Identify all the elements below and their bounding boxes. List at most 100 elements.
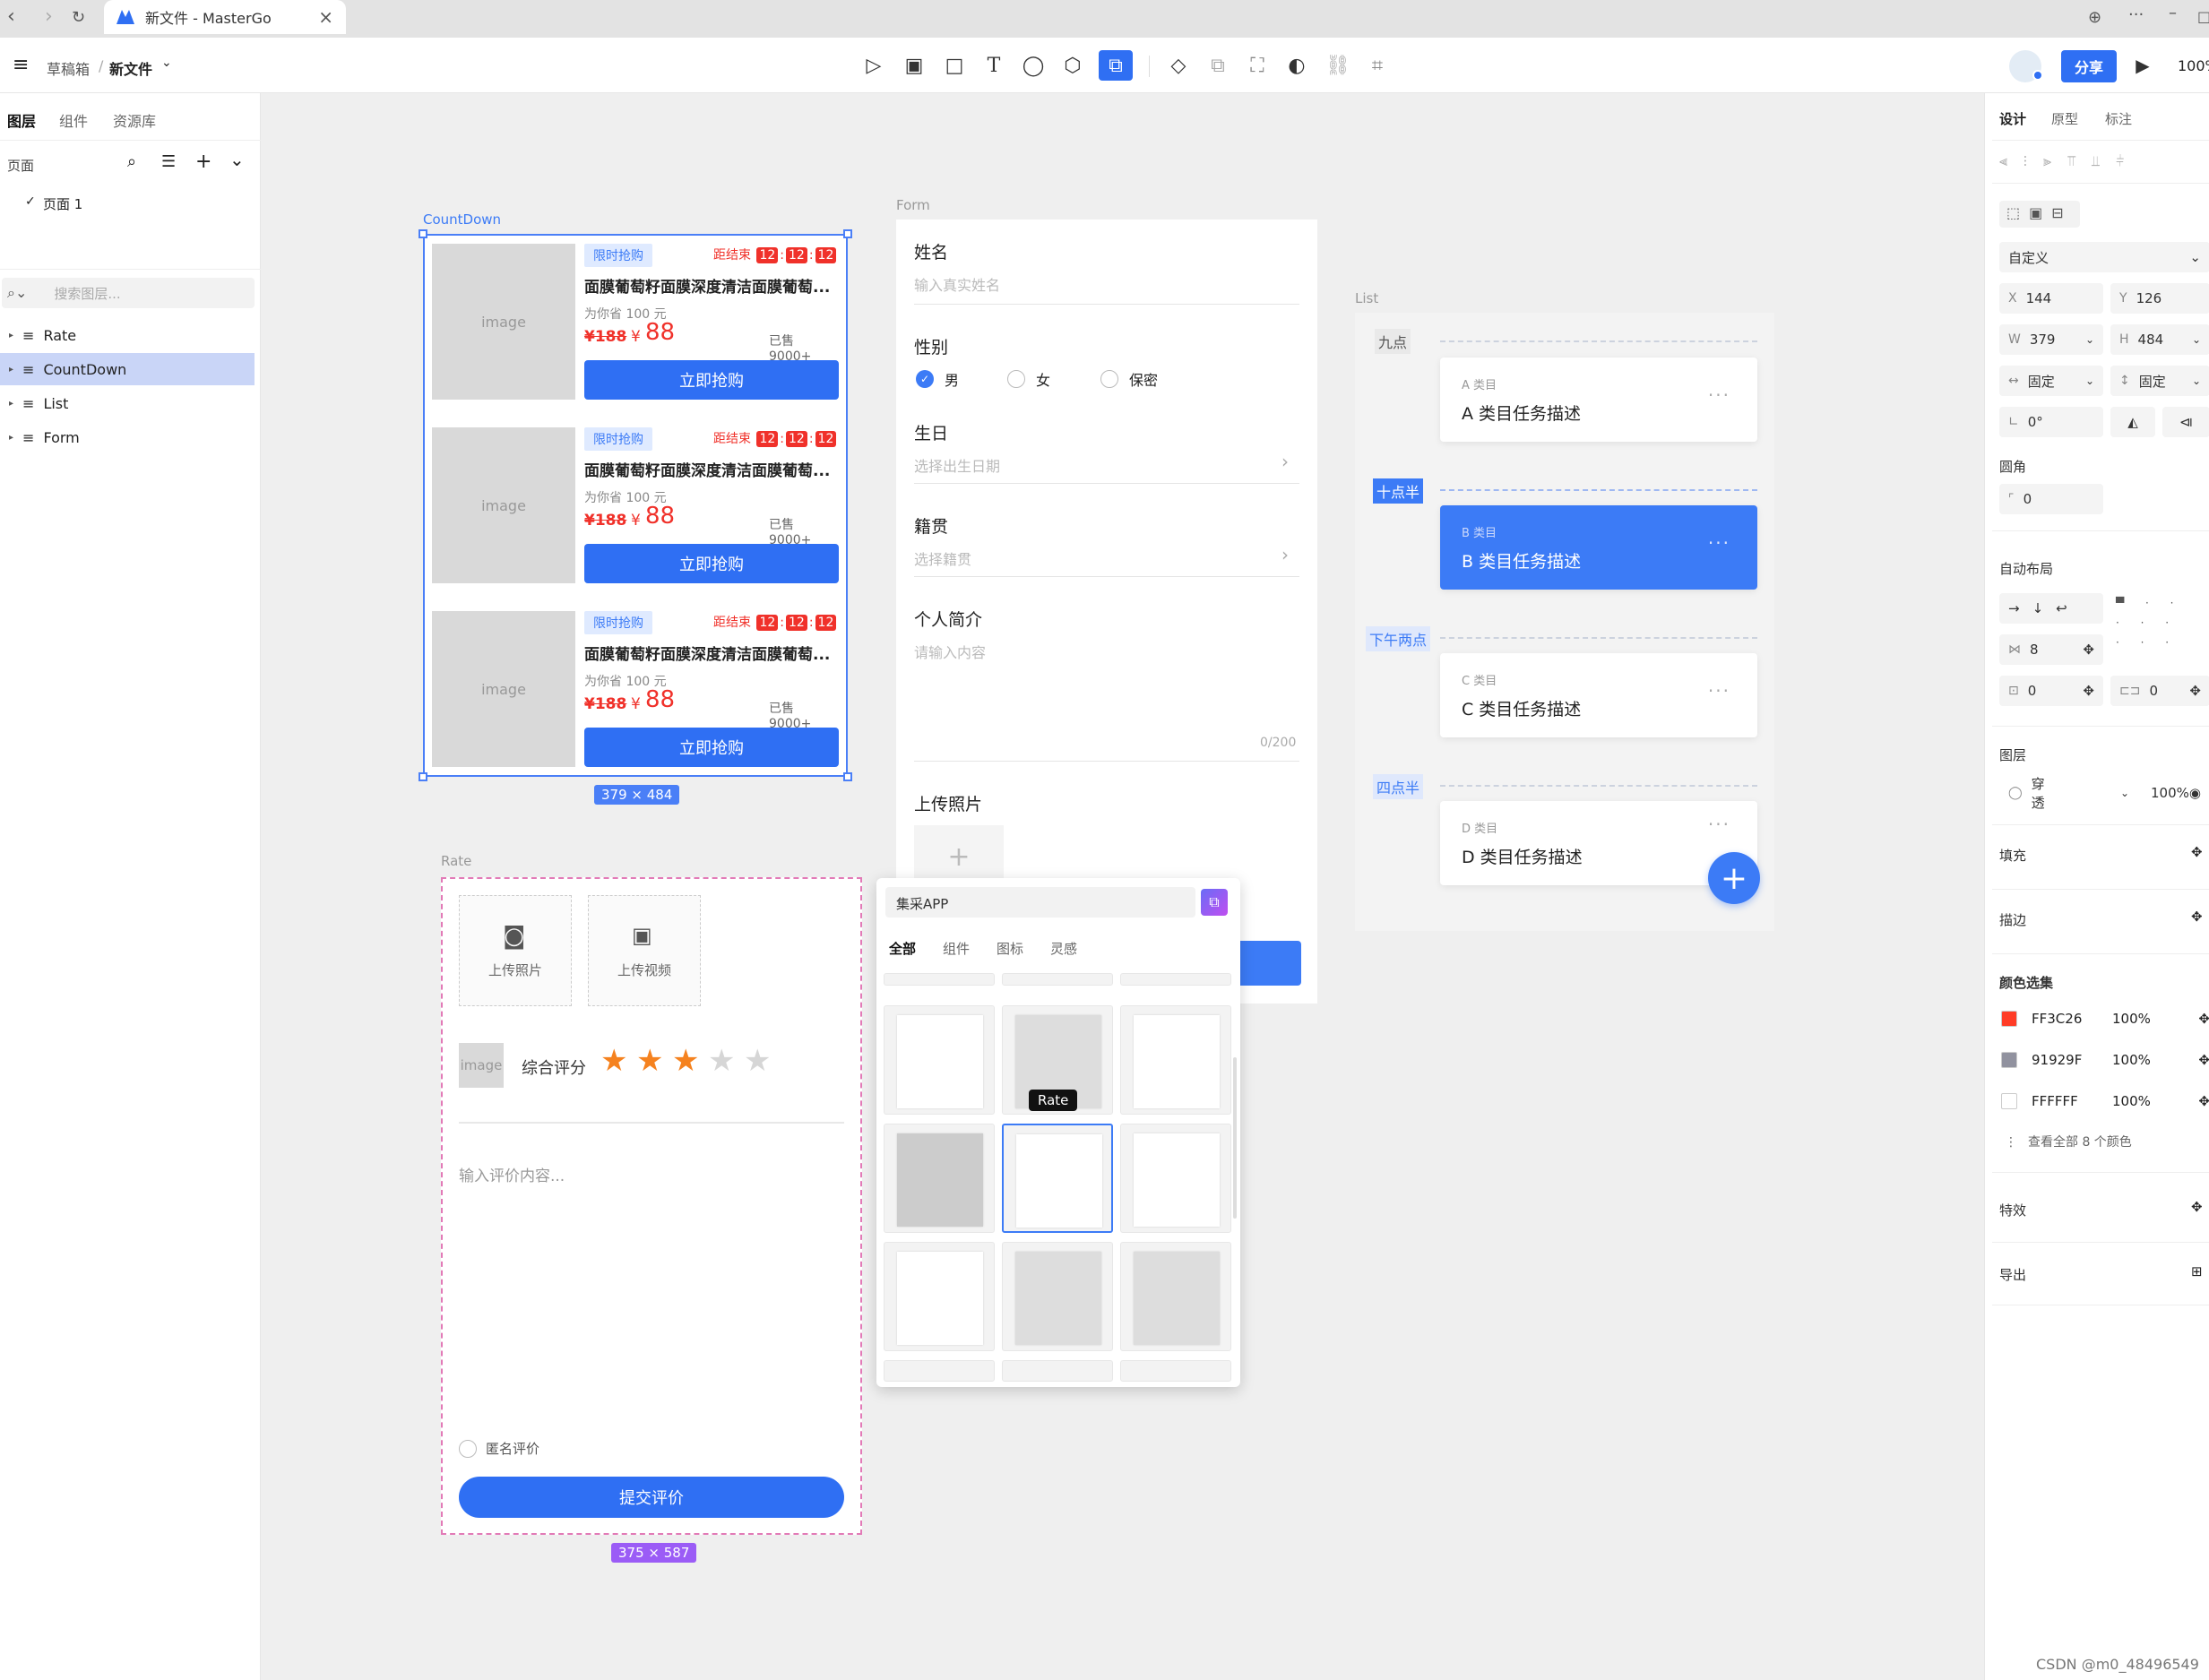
menu-icon[interactable]: ≡ bbox=[13, 54, 29, 76]
template-thumbnail[interactable] bbox=[884, 973, 995, 986]
back-icon[interactable]: ‹ bbox=[7, 5, 15, 28]
add-export-icon[interactable]: ⊞ bbox=[2191, 1263, 2203, 1279]
file-name[interactable]: 新文件 bbox=[109, 57, 152, 79]
template-thumbnail-rate[interactable] bbox=[1002, 1124, 1113, 1233]
chevron-down-icon[interactable]: ⌄ bbox=[161, 56, 172, 70]
list-item[interactable]: A 类目 A 类目任务描述 ··· bbox=[1440, 358, 1757, 442]
text-tool-icon[interactable]: T bbox=[980, 52, 1007, 79]
template-thumbnail[interactable] bbox=[1002, 973, 1113, 986]
tab-annotation[interactable]: 标注 bbox=[2105, 109, 2132, 128]
radius-field[interactable]: ⌜ 0 bbox=[1999, 484, 2103, 514]
frame-label-list[interactable]: List bbox=[1355, 290, 1378, 306]
tab-design[interactable]: 设计 bbox=[1999, 109, 2026, 128]
height-field[interactable]: H 484 ⌄ bbox=[2110, 324, 2209, 355]
rotation-field[interactable]: ∟ 0° bbox=[1999, 407, 2103, 437]
more-icon[interactable]: ··· bbox=[2128, 5, 2144, 24]
color-style-icon[interactable]: ✥ bbox=[2198, 1052, 2209, 1068]
star-empty-icon[interactable]: ★ bbox=[708, 1043, 735, 1079]
countdown-card[interactable]: image 限时抢购 距结束 12:12:12 面膜葡萄籽面膜深度清洁面膜葡萄.… bbox=[432, 426, 839, 596]
page-item[interactable]: 页面 1 bbox=[43, 194, 82, 213]
browser-tab[interactable]: 新文件 - MasterGo × bbox=[104, 0, 346, 34]
search-icon[interactable]: ⌕ bbox=[127, 152, 136, 171]
template-thumbnail[interactable] bbox=[1120, 1360, 1231, 1382]
blend-mode-select[interactable]: ◯ 穿透 ⌄ 100% ◉ bbox=[1999, 776, 2209, 811]
bio-textarea[interactable]: 请输入内容 bbox=[914, 641, 986, 662]
template-thumbnail[interactable] bbox=[884, 1005, 995, 1115]
forward-icon[interactable]: › bbox=[45, 5, 53, 28]
boolean-icon[interactable]: ⧉ bbox=[1204, 52, 1231, 79]
color-style-row[interactable]: 91929F 100% ✥ bbox=[1999, 1045, 2209, 1075]
tab-components[interactable]: 组件 bbox=[943, 939, 970, 958]
resize-handle[interactable] bbox=[843, 772, 852, 781]
minimize-icon[interactable]: – bbox=[2169, 4, 2177, 22]
layer-search-field[interactable]: ⌕⌄ 搜索图层... bbox=[2, 278, 255, 308]
buy-now-button[interactable]: 立即抢购 bbox=[584, 360, 839, 400]
add-page-icon[interactable]: + bbox=[195, 151, 211, 173]
buy-now-button[interactable]: 立即抢购 bbox=[584, 544, 839, 583]
layer-item-list[interactable]: ▸ ≡ List bbox=[0, 387, 255, 419]
scrollbar[interactable] bbox=[1233, 1057, 1237, 1219]
layer-item-form[interactable]: ▸ ≡ Form bbox=[0, 421, 255, 453]
more-icon[interactable]: ··· bbox=[1708, 532, 1730, 554]
template-thumbnail[interactable] bbox=[884, 1360, 995, 1382]
buy-now-button[interactable]: 立即抢购 bbox=[584, 728, 839, 767]
link-icon[interactable]: ⛓ bbox=[1325, 52, 1351, 79]
autolayout-direction[interactable]: →↓↩ bbox=[1999, 593, 2103, 624]
color-style-row[interactable]: FFFFFF 100% ✥ bbox=[1999, 1086, 2209, 1116]
anonymous-checkbox[interactable]: 匿名评价 bbox=[459, 1439, 539, 1458]
upload-photo-button[interactable]: ◙ 上传照片 bbox=[459, 895, 572, 1006]
width-field[interactable]: W 379 ⌄ bbox=[1999, 324, 2103, 355]
align-icons[interactable]: ⫷⫶⫸⫪⫫⫩ bbox=[1999, 152, 2140, 170]
comment-tool-icon[interactable]: ◯ bbox=[1020, 52, 1047, 79]
share-button[interactable]: 分享 bbox=[2061, 50, 2117, 82]
color-style-icon[interactable]: ✥ bbox=[2198, 1011, 2209, 1027]
mask-icon[interactable]: ◐ bbox=[1283, 52, 1310, 79]
template-thumbnail[interactable] bbox=[1002, 1242, 1113, 1351]
add-fab-button[interactable]: + bbox=[1708, 852, 1760, 904]
resize-handle[interactable] bbox=[419, 772, 427, 781]
maximize-icon[interactable]: □ bbox=[2197, 8, 2209, 25]
star-filled-icon[interactable]: ★ bbox=[672, 1043, 699, 1079]
tab-prototype[interactable]: 原型 bbox=[2051, 109, 2078, 128]
flip-vertical-icon[interactable]: ⧏ bbox=[2162, 407, 2209, 437]
tab-components[interactable]: 组件 bbox=[59, 109, 88, 131]
tab-inspiration[interactable]: 灵感 bbox=[1050, 939, 1077, 958]
frame-mode-toggle[interactable]: ⬚▣⊟ bbox=[1999, 201, 2080, 228]
gender-option-secret[interactable]: 保密 bbox=[1100, 368, 1158, 390]
component-icon[interactable]: ◇ bbox=[1165, 52, 1192, 79]
template-thumbnail[interactable] bbox=[884, 1124, 995, 1233]
template-thumbnail[interactable] bbox=[1120, 1242, 1231, 1351]
add-effect-icon[interactable]: ✥ bbox=[2191, 1199, 2203, 1215]
layer-search-input[interactable]: 搜索图层... bbox=[54, 284, 120, 303]
template-thumbnail[interactable] bbox=[884, 1242, 995, 1351]
view-all-colors-link[interactable]: ⋮ 查看全部 8 个颜色 bbox=[2005, 1133, 2132, 1150]
sort-icon[interactable]: ☰ bbox=[161, 152, 176, 171]
width-mode-select[interactable]: ↔ 固定 ⌄ bbox=[1999, 366, 2103, 396]
comment-textarea[interactable]: 输入评价内容... bbox=[459, 1163, 565, 1185]
move-tool-icon[interactable]: ▷ bbox=[860, 52, 887, 79]
countdown-card[interactable]: image 限时抢购 距结束 12:12:12 面膜葡萄籽面膜深度清洁面膜葡萄.… bbox=[432, 609, 839, 780]
layer-item-rate[interactable]: ▸ ≡ Rate bbox=[0, 319, 255, 351]
tab-assets[interactable]: 资源库 bbox=[113, 109, 156, 131]
library-search-input[interactable]: 集采APP bbox=[885, 887, 1195, 918]
list-item-active[interactable]: B 类目 B 类目任务描述 ··· bbox=[1440, 505, 1757, 590]
padding-horizontal-field[interactable]: ⊏⊐ 0 ✥ bbox=[2110, 676, 2209, 706]
y-field[interactable]: Y 126 bbox=[2110, 283, 2209, 314]
add-stroke-icon[interactable]: ✥ bbox=[2191, 909, 2203, 925]
resize-handle[interactable] bbox=[419, 229, 427, 238]
play-icon[interactable]: ▶ bbox=[2129, 52, 2156, 79]
more-icon[interactable]: ··· bbox=[1708, 814, 1730, 835]
frame-tool-icon[interactable]: ▣ bbox=[901, 52, 928, 79]
frame-label-rate[interactable]: Rate bbox=[441, 853, 471, 869]
padding-vertical-field[interactable]: ⊡ 0 ✥ bbox=[1999, 676, 2103, 706]
resize-icon[interactable]: ⛶ bbox=[1244, 52, 1271, 79]
gap-field[interactable]: ⋈ 8 ✥ bbox=[1999, 634, 2103, 665]
countdown-card[interactable]: image 限时抢购 距结束 12:12:12 面膜葡萄籽面膜深度清洁面膜葡萄.… bbox=[432, 242, 839, 412]
more-icon[interactable]: ··· bbox=[1708, 384, 1730, 406]
frame-label-form[interactable]: Form bbox=[896, 197, 930, 213]
template-thumbnail[interactable] bbox=[1120, 1005, 1231, 1115]
layer-item-countdown[interactable]: ▸ ≡ CountDown bbox=[0, 353, 255, 385]
color-style-row[interactable]: FF3C26 100% ✥ bbox=[1999, 1004, 2209, 1034]
collapse-icon[interactable]: ⌄ bbox=[229, 149, 245, 170]
origin-select[interactable]: 选择籍贯 bbox=[914, 547, 971, 569]
